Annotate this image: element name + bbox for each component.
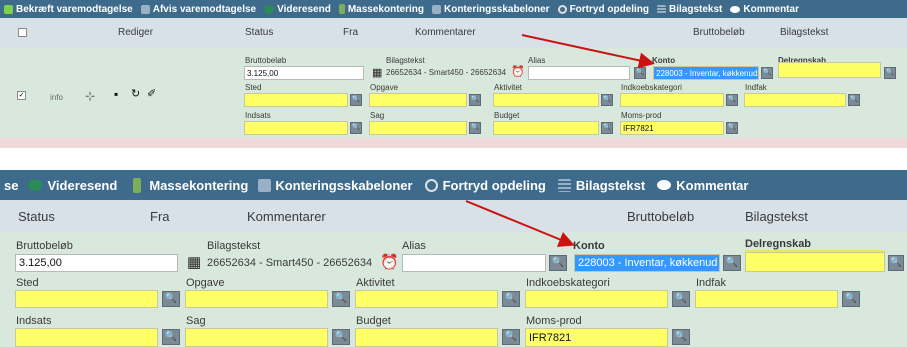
annotation-arrow-top [521, 34, 655, 69]
annotation-arrow-zoom [465, 200, 575, 247]
annotation-overlay [465, 34, 655, 247]
